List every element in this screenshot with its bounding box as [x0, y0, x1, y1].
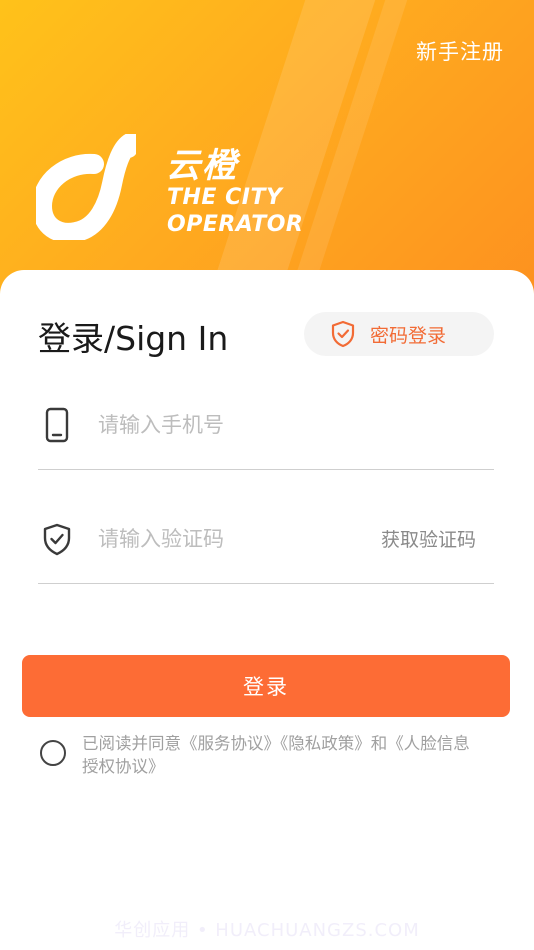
- agreement-checkbox[interactable]: [40, 740, 66, 766]
- phone-field: [38, 385, 494, 470]
- agreement-prefix: 已阅读并同意: [82, 734, 181, 753]
- login-button[interactable]: 登录: [22, 655, 510, 717]
- service-agreement-link[interactable]: 《服务协议》: [181, 734, 280, 753]
- login-screen: 新手注册 云橙 THE CITY OPERATOR 登录/Sign In 密码登…: [0, 0, 534, 950]
- brand-name-cn: 云橙: [166, 146, 238, 186]
- brand-en-line1: THE CITY: [167, 185, 283, 210]
- shield-check-icon: [43, 523, 71, 556]
- brand-en-line2: OPERATOR: [167, 212, 304, 237]
- phone-input[interactable]: [98, 407, 378, 443]
- agreement-and: 和: [370, 734, 388, 753]
- get-code-button[interactable]: 获取验证码: [381, 525, 476, 552]
- password-login-label: 密码登录: [370, 324, 447, 347]
- login-card: 登录/Sign In 密码登录 获取验证码: [0, 270, 534, 950]
- watermark: 华创应用 • HUACHUANGZS.COM: [114, 920, 420, 941]
- password-login-button[interactable]: 密码登录: [304, 312, 494, 356]
- phone-icon: [45, 407, 69, 443]
- privacy-policy-link[interactable]: 《隐私政策》: [280, 734, 371, 753]
- page-title: 登录/Sign In: [38, 319, 229, 358]
- agreement-text: 已阅读并同意《服务协议》《隐私政策》和《人脸信息授权协议》: [82, 732, 482, 778]
- register-link[interactable]: 新手注册: [416, 36, 504, 66]
- verification-code-field: 获取验证码: [38, 499, 494, 584]
- shield-check-icon: [330, 320, 356, 348]
- verification-code-input[interactable]: [98, 521, 378, 557]
- brand-name-en: THE CITY OPERATOR: [167, 184, 303, 238]
- logo-icon: [36, 134, 136, 240]
